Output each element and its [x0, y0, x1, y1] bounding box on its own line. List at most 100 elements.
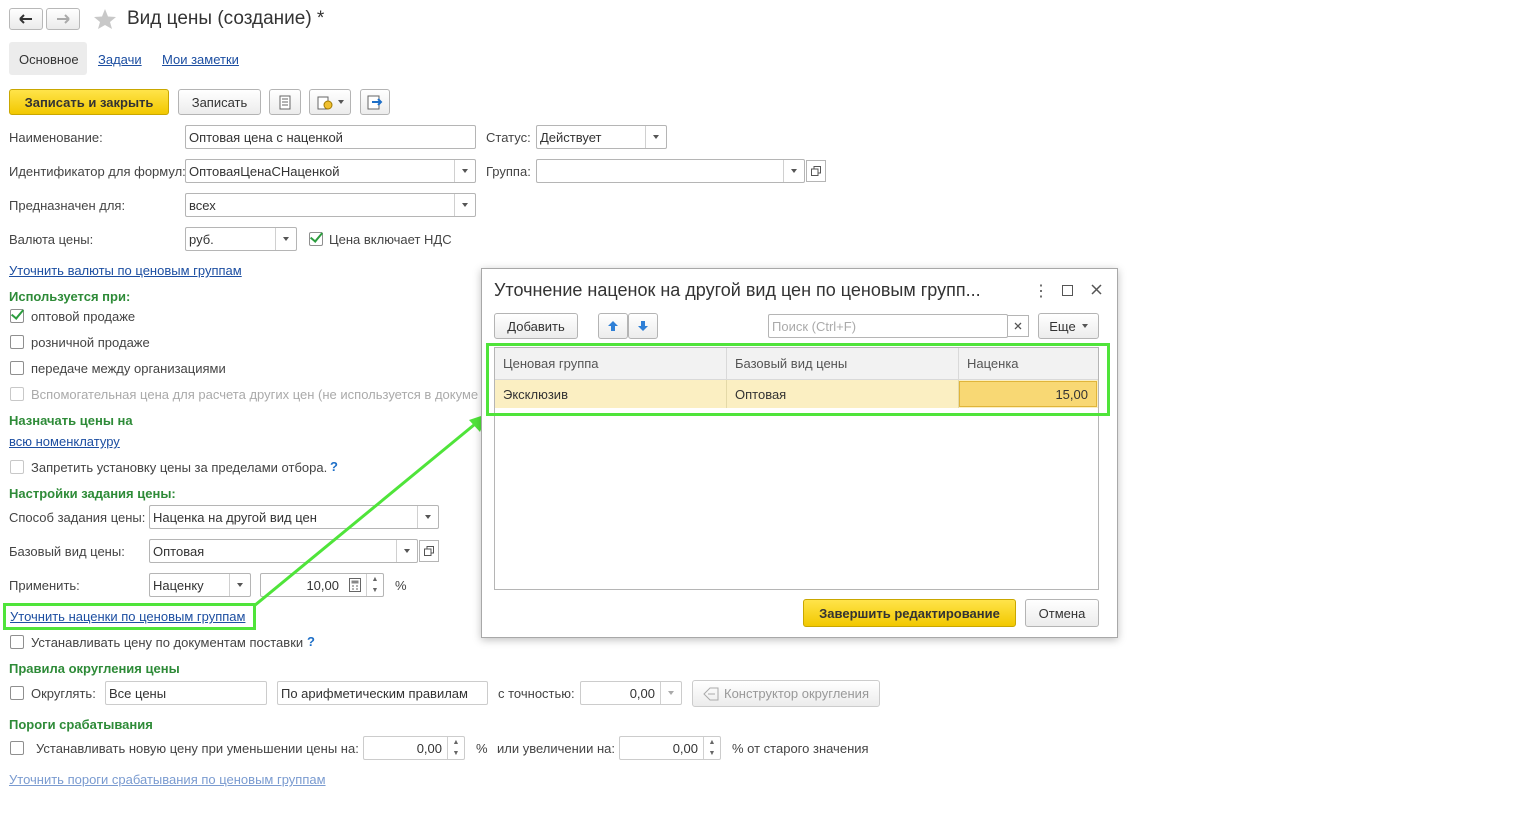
spin-up-icon[interactable]: ▲ — [704, 737, 720, 748]
supply-checkbox[interactable] — [10, 635, 24, 649]
arrow-up-icon — [608, 321, 618, 331]
spin-up-icon[interactable]: ▲ — [367, 574, 383, 585]
search-input[interactable]: Поиск (Ctrl+F) — [768, 314, 1008, 338]
help-icon[interactable]: ? — [307, 634, 315, 649]
round-rule-field[interactable]: По арифметическим правилам — [277, 681, 488, 705]
apply-dropdown[interactable] — [229, 574, 250, 596]
threshold-groups-link[interactable]: Уточнить пороги срабатывания по ценовым … — [9, 772, 326, 787]
more-vertical-icon[interactable]: ⋮ — [1033, 281, 1049, 301]
currency-groups-link[interactable]: Уточнить валюты по ценовым группам — [9, 263, 242, 278]
group-open-button[interactable] — [806, 160, 826, 182]
wholesale-label: оптовой продаже — [31, 309, 136, 324]
precision-select[interactable]: 0,00 — [580, 681, 682, 705]
save-close-button[interactable]: Записать и закрыть — [9, 89, 169, 115]
base-dropdown[interactable] — [396, 540, 417, 562]
round-constructor-button[interactable]: Конструктор округления — [692, 680, 880, 707]
more-label: Еще — [1049, 318, 1076, 334]
round-checkbox[interactable] — [10, 686, 24, 700]
maximize-icon[interactable] — [1062, 285, 1073, 296]
id-input[interactable]: ОптоваяЦенаСНаценкой — [185, 159, 476, 183]
threshold-dec-spinner[interactable]: ▲ ▼ — [447, 737, 464, 759]
spin-up-icon[interactable]: ▲ — [448, 737, 464, 748]
currency-select[interactable]: руб. — [185, 227, 297, 251]
for-select[interactable]: всех — [185, 193, 476, 217]
arrow-right-icon — [57, 14, 70, 24]
intercompany-checkbox[interactable] — [10, 361, 24, 375]
forward-button[interactable] — [46, 8, 80, 30]
method-select[interactable]: Наценка на другой вид цен — [149, 505, 439, 529]
apply-select[interactable]: Наценку — [149, 573, 251, 597]
apply-unit: % — [395, 578, 407, 593]
threshold-checkbox[interactable] — [10, 741, 24, 755]
attach-button[interactable] — [360, 89, 390, 115]
retail-checkbox[interactable] — [10, 335, 24, 349]
move-down-button[interactable] — [628, 313, 658, 339]
threshold-pct-label: % — [476, 741, 488, 756]
chevron-down-icon — [404, 549, 410, 553]
forbid-checkbox[interactable] — [10, 460, 24, 474]
group-dropdown[interactable] — [783, 160, 804, 182]
search-clear-button[interactable] — [1007, 315, 1029, 337]
more-button[interactable]: Еще — [1038, 313, 1099, 339]
threshold-dec-value: 0,00 — [416, 740, 442, 756]
name-label: Наименование: — [9, 130, 103, 145]
threshold-suffix: % от старого значения — [732, 741, 869, 756]
threshold-inc-spinner[interactable]: ▲ ▼ — [703, 737, 720, 759]
tab-tasks[interactable]: Задачи — [98, 52, 142, 67]
move-up-button[interactable] — [598, 313, 628, 339]
group-input[interactable] — [536, 159, 805, 183]
tab-main[interactable]: Основное — [9, 42, 87, 75]
chevron-down-icon — [1081, 324, 1088, 328]
chevron-down-icon — [237, 583, 243, 587]
chevron-down-icon — [668, 691, 674, 695]
arrow-down-icon — [638, 321, 648, 331]
help-icon[interactable]: ? — [330, 459, 338, 474]
back-button[interactable] — [9, 8, 43, 30]
finish-editing-button[interactable]: Завершить редактирование — [803, 599, 1016, 627]
add-button[interactable]: Добавить — [494, 313, 578, 339]
highlight-frame-table — [486, 343, 1110, 416]
threshold-inc-value: 0,00 — [672, 740, 698, 756]
calculator-icon[interactable] — [349, 578, 361, 595]
id-dropdown[interactable] — [454, 160, 475, 182]
threshold-dec-input[interactable]: 0,00 ▲ ▼ — [363, 736, 465, 760]
spin-down-icon[interactable]: ▼ — [367, 585, 383, 596]
report-button[interactable] — [269, 89, 301, 115]
name-input[interactable]: Оптовая цена с наценкой — [185, 125, 476, 149]
cancel-button[interactable]: Отмена — [1025, 599, 1099, 627]
assign-link[interactable]: всю номенклатуру — [9, 434, 120, 449]
status-dropdown[interactable] — [645, 126, 666, 148]
precision-value: 0,00 — [629, 685, 655, 701]
base-open-button[interactable] — [419, 540, 439, 562]
tab-notes[interactable]: Мои заметки — [162, 52, 239, 67]
for-value: всех — [189, 197, 216, 213]
currency-dropdown[interactable] — [275, 228, 296, 250]
status-select[interactable]: Действует — [536, 125, 667, 149]
apply-number-input[interactable]: 10,00 ▲ ▼ — [260, 573, 384, 597]
base-select[interactable]: Оптовая — [149, 539, 418, 563]
dialog-title: Уточнение наценок на другой вид цен по ц… — [494, 280, 981, 300]
spin-down-icon[interactable]: ▼ — [704, 748, 720, 759]
for-dropdown[interactable] — [454, 194, 475, 216]
apply-spinner[interactable]: ▲ ▼ — [366, 574, 383, 596]
wholesale-checkbox[interactable] — [10, 306, 25, 323]
save-button[interactable]: Записать — [178, 89, 261, 115]
settings-header: Настройки задания цены: — [9, 486, 176, 501]
threshold-inc-input[interactable]: 0,00 ▲ ▼ — [619, 736, 721, 760]
star-icon[interactable] — [93, 8, 117, 30]
intercompany-label: передаче между организациями — [31, 361, 226, 376]
round-header: Правила округления цены — [9, 661, 180, 676]
close-icon[interactable] — [1091, 284, 1102, 295]
assign-header: Назначать цены на — [9, 413, 133, 428]
create-based-on-button[interactable] — [309, 89, 351, 115]
spin-down-icon[interactable]: ▼ — [448, 748, 464, 759]
vat-checkbox[interactable] — [309, 229, 324, 246]
markup-dialog: Уточнение наценок на другой вид цен по ц… — [481, 268, 1118, 638]
threshold-label: Устанавливать новую цену при уменьшении … — [36, 741, 359, 756]
group-label: Группа: — [486, 164, 531, 179]
precision-dropdown[interactable] — [660, 682, 681, 704]
method-dropdown[interactable] — [417, 506, 438, 528]
precision-label: с точностью: — [498, 686, 575, 701]
round-all-field[interactable]: Все цены — [105, 681, 267, 705]
markup-groups-link[interactable]: Уточнить наценки по ценовым группам — [10, 609, 245, 624]
